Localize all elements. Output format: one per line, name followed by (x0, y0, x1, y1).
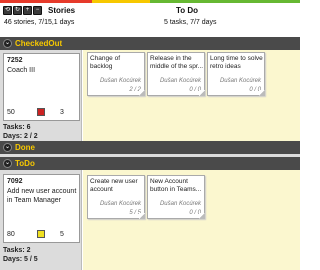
lane-header-done[interactable]: ⌄ Done (0, 141, 300, 154)
task-title: Release in the middle of the spr... (150, 55, 204, 70)
task-owner: Dušan Kocúrek (219, 78, 261, 84)
todo-column-title: To Do (176, 6, 199, 15)
tasks-count: Tasks: 2 (3, 247, 31, 254)
accent-bar-yellow (92, 0, 150, 3)
story-title: Add new user account in Team Manager (7, 188, 77, 204)
card-fold (259, 90, 265, 96)
task-title: Change of backlog (90, 55, 120, 70)
lane-header-checkedout[interactable]: ⌄ CheckedOut (0, 37, 300, 50)
story-color-marker (37, 230, 45, 238)
stories-summary: 46 stories, 7/15,1 days (4, 19, 75, 26)
accent-bar-red (0, 0, 92, 3)
lane-label: ToDo (15, 159, 35, 168)
task-card[interactable]: Change of backlog Dušan Kocúrek 2 / 2 (87, 52, 145, 96)
story-points: 80 (7, 231, 15, 238)
board-header: ⟲ ↻ + − Stories 46 stories, 7/15,1 days … (0, 0, 300, 32)
card-fold (139, 90, 145, 96)
expand-icon[interactable]: + (23, 6, 32, 15)
refresh-icon[interactable]: ↻ (13, 6, 22, 15)
task-card[interactable]: Long time to solve retro ideas Dušan Koc… (207, 52, 265, 96)
task-cell-checkedout: Change of backlog Dušan Kocúrek 2 / 2 Re… (83, 50, 300, 141)
days-count: Days: 2 / 2 (3, 133, 38, 140)
story-cell-todo: 7092 Add new user account in Team Manage… (0, 170, 82, 270)
toolbar: ⟲ ↻ + − (3, 6, 42, 15)
story-id: 7252 (7, 57, 23, 64)
collapse-chevron-icon[interactable]: ⌄ (3, 143, 12, 152)
task-title: Long time to solve retro ideas (210, 55, 263, 70)
days-count: Days: 5 / 5 (3, 256, 38, 263)
story-stats: Tasks: 2 Days: 5 / 5 (3, 246, 38, 264)
story-card[interactable]: 7092 Add new user account in Team Manage… (3, 174, 80, 243)
lane-label: CheckedOut (15, 39, 63, 48)
task-owner: Dušan Kocúrek (159, 201, 201, 207)
task-owner: Dušan Kocúrek (159, 78, 201, 84)
story-title: Coach III (7, 67, 36, 74)
task-card[interactable]: Release in the middle of the spr... Duša… (147, 52, 205, 96)
task-owner: Dušan Kocúrek (99, 201, 141, 207)
accent-bar-green (150, 0, 300, 3)
task-title: Create new user account (90, 178, 138, 193)
tasks-count: Tasks: 6 (3, 124, 31, 131)
collapse-chevron-icon[interactable]: ⌄ (3, 39, 12, 48)
toggle-icon[interactable]: ⟲ (3, 6, 12, 15)
story-points: 50 (7, 109, 15, 116)
story-card[interactable]: 7252 Coach III 50 3 (3, 53, 80, 121)
collapse-icon[interactable]: − (33, 6, 42, 15)
lane-header-todo[interactable]: ⌄ ToDo (0, 157, 300, 170)
todo-summary: 5 tasks, 7/7 days (164, 19, 217, 26)
stories-column-title: Stories (48, 6, 76, 15)
task-cell-todo: Create new user account Dušan Kocúrek 5 … (83, 170, 300, 270)
card-fold (199, 213, 205, 219)
task-card[interactable]: Create new user account Dušan Kocúrek 5 … (87, 175, 145, 219)
story-count: 5 (60, 231, 64, 238)
story-cell-checkedout: 7252 Coach III 50 3 Tasks: 6 Days: 2 / 2 (0, 50, 82, 141)
story-id: 7092 (7, 178, 23, 185)
lane-label: Done (15, 143, 35, 152)
story-count: 3 (60, 109, 64, 116)
card-fold (139, 213, 145, 219)
task-owner: Dušan Kocúrek (99, 78, 141, 84)
story-stats: Tasks: 6 Days: 2 / 2 (3, 123, 38, 141)
story-color-marker (37, 108, 45, 116)
collapse-chevron-icon[interactable]: ⌄ (3, 159, 12, 168)
card-fold (199, 90, 205, 96)
task-title: New Account button in Teams... (150, 178, 202, 193)
task-card[interactable]: New Account button in Teams... Dušan Koc… (147, 175, 205, 219)
